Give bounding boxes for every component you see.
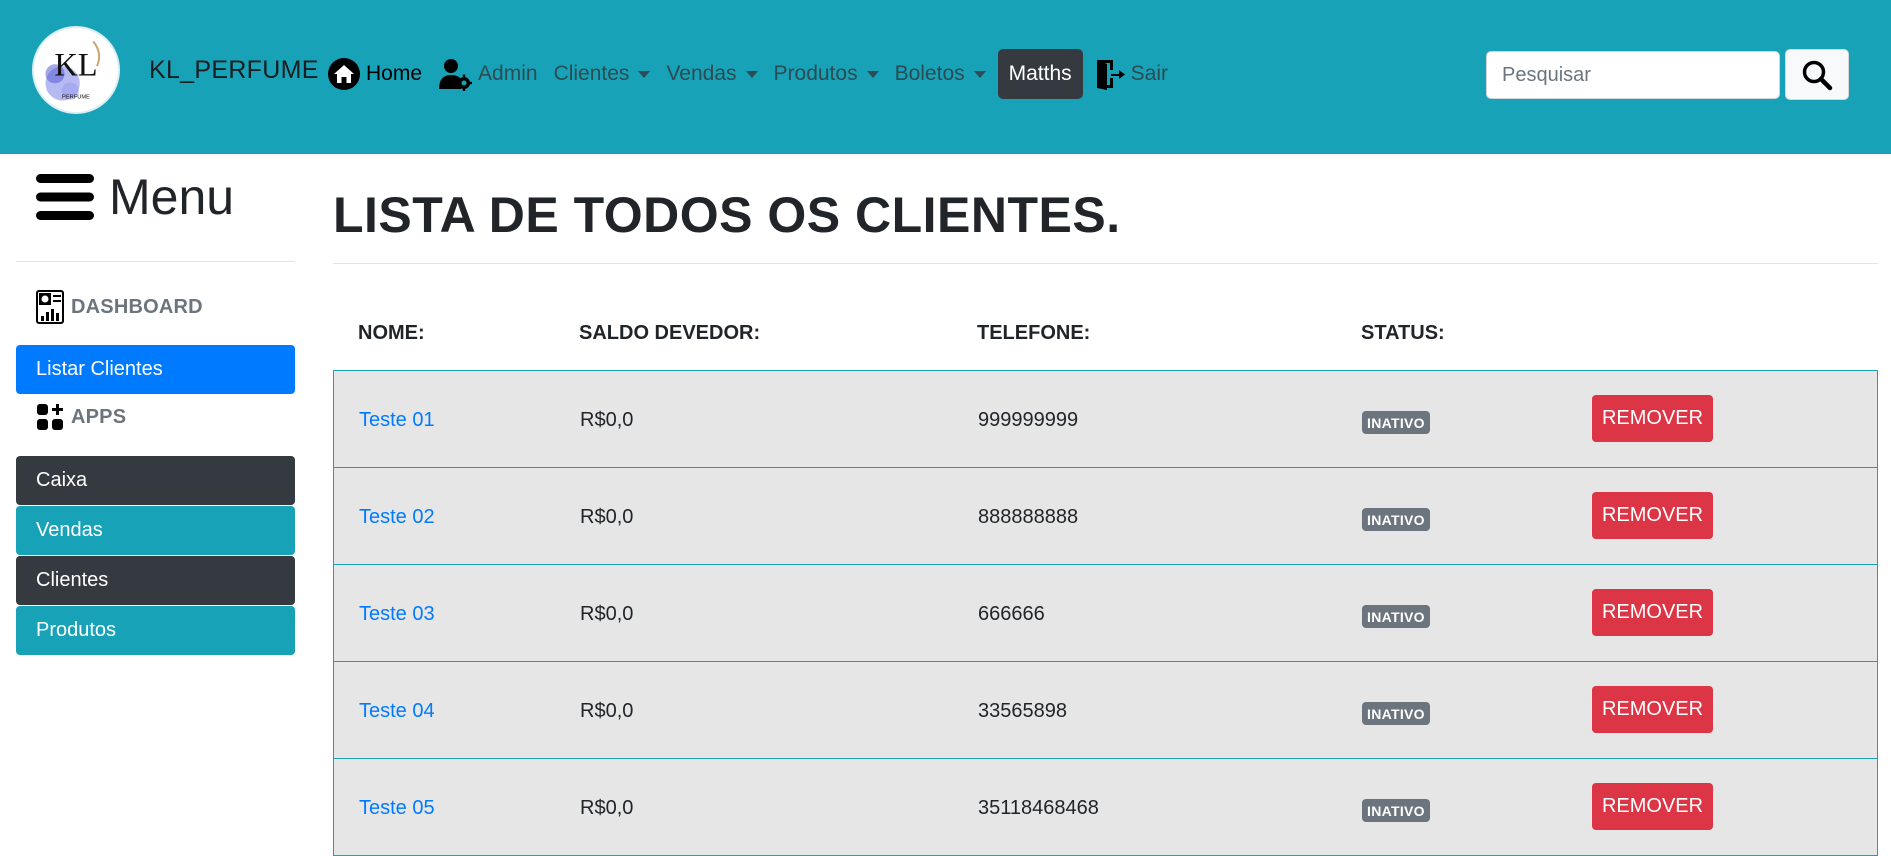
search-button[interactable]: [1785, 49, 1849, 100]
client-name-link[interactable]: Teste 02: [359, 506, 435, 529]
sidebar-title: Menu: [109, 169, 235, 225]
client-saldo: R$0,0: [580, 700, 634, 722]
client-telefone: 33565898: [978, 700, 1067, 722]
logo-image: KL PERFUME: [34, 28, 118, 112]
dashboard-label: DASHBOARD: [71, 295, 203, 318]
nav-admin-label: Admin: [478, 62, 538, 85]
remove-button[interactable]: REMOVER: [1592, 783, 1713, 830]
remove-button[interactable]: REMOVER: [1592, 395, 1713, 442]
nav-sair[interactable]: Sair: [1087, 49, 1176, 99]
client-telefone: 999999999: [978, 409, 1079, 431]
brand-name[interactable]: KL_PERFUME: [149, 56, 319, 85]
hamburger-menu-icon: [36, 174, 94, 220]
chevron-down-icon: [745, 70, 758, 78]
clients-table-body: Teste 01 R$0,0 999999999 INATIVO REMOVER…: [333, 370, 1878, 856]
nav-boletos-dropdown[interactable]: Boletos: [887, 49, 994, 99]
nav-matths[interactable]: Matths: [997, 49, 1083, 99]
remove-button[interactable]: REMOVER: [1592, 589, 1713, 636]
admin-user-gear-icon: [438, 57, 473, 91]
sidebar-divider: [16, 261, 295, 262]
nav-produtos-label: Produtos: [773, 62, 858, 85]
column-header-status: STATUS:: [1361, 322, 1445, 344]
title-divider: [333, 263, 1878, 264]
apps-label: APPS: [71, 405, 127, 428]
page-title: LISTA DE TODOS OS CLIENTES.: [333, 187, 1121, 243]
table-row: Teste 02 R$0,0 888888888 INATIVO REMOVER: [333, 467, 1878, 565]
remove-button[interactable]: REMOVER: [1592, 492, 1713, 539]
search-icon: [1802, 60, 1833, 90]
nav-sair-label: Sair: [1130, 62, 1169, 85]
status-badge: INATIVO: [1362, 702, 1430, 725]
nav-home-label: Home: [366, 62, 423, 85]
nav-vendas-dropdown[interactable]: Vendas: [658, 49, 765, 99]
client-name-link[interactable]: Teste 03: [359, 603, 435, 626]
top-navbar: KL PERFUME KL_PERFUME Home Admin Cliente…: [0, 0, 1891, 154]
client-telefone: 666666: [978, 603, 1045, 625]
sidebar-clientes-button[interactable]: Clientes: [16, 556, 295, 605]
sidebar-vendas-button[interactable]: Vendas: [16, 506, 295, 555]
chevron-down-icon: [973, 70, 986, 78]
client-saldo: R$0,0: [580, 409, 634, 431]
client-name-link[interactable]: Teste 04: [359, 700, 435, 723]
sidebar: Menu DASHBOARD Listar Clientes APPS Caix…: [16, 154, 295, 855]
nav-home[interactable]: Home: [320, 49, 430, 99]
client-telefone: 888888888: [978, 506, 1079, 528]
nav-clientes-label: Clientes: [553, 62, 630, 85]
brand-logo[interactable]: KL PERFUME: [32, 26, 120, 114]
table-row: Teste 04 R$0,0 33565898 INATIVO REMOVER: [333, 661, 1878, 759]
apps-add-icon: [37, 404, 63, 430]
nav-admin[interactable]: Admin: [430, 49, 546, 99]
client-name-link[interactable]: Teste 01: [359, 409, 435, 432]
remove-button[interactable]: REMOVER: [1592, 686, 1713, 733]
sidebar-menu-header[interactable]: Menu: [36, 168, 234, 226]
table-row: Teste 05 R$0,0 35118468468 INATIVO REMOV…: [333, 758, 1878, 856]
table-row: Teste 01 R$0,0 999999999 INATIVO REMOVER: [333, 370, 1878, 468]
sidebar-caixa-button[interactable]: Caixa: [16, 456, 295, 505]
logo-letters: KL: [54, 48, 97, 84]
home-icon: [328, 58, 360, 90]
column-header-telefone: TELEFONE:: [977, 322, 1091, 344]
status-badge: INATIVO: [1362, 799, 1430, 822]
table-header: NOME: SALDO DEVEDOR: TELEFONE: STATUS:: [333, 310, 1878, 370]
nav-vendas-label: Vendas: [666, 62, 737, 85]
client-saldo: R$0,0: [580, 506, 634, 528]
chevron-down-icon: [638, 70, 651, 78]
status-badge: INATIVO: [1362, 508, 1430, 531]
main-nav: Home Admin Clientes Vendas Produtos Bole…: [320, 48, 1176, 100]
client-saldo: R$0,0: [580, 797, 634, 819]
sidebar-dashboard-link[interactable]: DASHBOARD: [36, 290, 203, 324]
logo-subtext: PERFUME: [62, 95, 90, 101]
chevron-down-icon: [866, 70, 879, 78]
sidebar-apps-link[interactable]: APPS: [36, 403, 126, 431]
status-badge: INATIVO: [1362, 411, 1430, 434]
table-row: Teste 03 R$0,0 666666 INATIVO REMOVER: [333, 564, 1878, 662]
search-input[interactable]: [1486, 51, 1780, 99]
dashboard-icon: [36, 290, 64, 324]
nav-boletos-label: Boletos: [894, 62, 965, 85]
listar-clientes-button[interactable]: Listar Clientes: [16, 345, 295, 394]
client-name-link[interactable]: Teste 05: [359, 797, 435, 820]
sidebar-produtos-button[interactable]: Produtos: [16, 606, 295, 655]
nav-produtos-dropdown[interactable]: Produtos: [766, 49, 887, 99]
nav-matths-label: Matths: [1008, 62, 1072, 85]
column-header-saldo: SALDO DEVEDOR:: [579, 322, 761, 344]
client-saldo: R$0,0: [580, 603, 634, 625]
column-header-nome: NOME:: [358, 322, 425, 344]
status-badge: INATIVO: [1362, 605, 1430, 628]
nav-clientes-dropdown[interactable]: Clientes: [546, 49, 659, 99]
client-telefone: 35118468468: [978, 797, 1099, 819]
logout-door-icon: [1095, 58, 1125, 90]
